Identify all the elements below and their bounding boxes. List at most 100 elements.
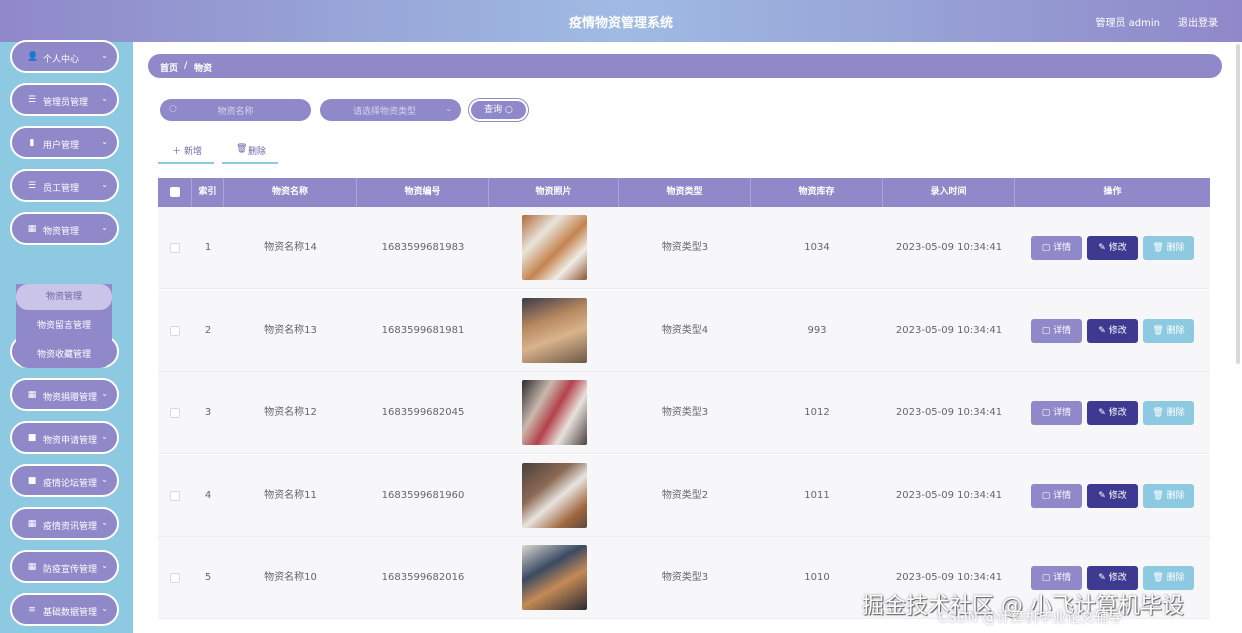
add-label: 新增 (184, 147, 203, 157)
detail-button[interactable]: ▢ 详情 (1031, 401, 1082, 425)
table-row: 2 物资名称13 1683599681981 物资类型4 993 2023-05-09 1… (158, 289, 1210, 372)
detail-button[interactable]: ▢ 详情 (1031, 318, 1082, 343)
material-photo[interactable] (522, 462, 587, 528)
material-photo[interactable] (522, 380, 587, 445)
cell-name: 物资名称14 (264, 242, 317, 253)
sidebar-item-label: 员工管理 (43, 184, 80, 194)
cell-time: 2023-05-09 10:34:41 (895, 489, 1003, 501)
table-row: 3 物资名称12 1683599682045 物资类型3 1012 2023-05-09 … (158, 372, 1210, 454)
cell-stock: 1034 (804, 242, 830, 253)
trash-icon: 🗑 (1152, 325, 1167, 336)
cell-time: 2023-05-09 10:34:41 (895, 324, 1003, 336)
list-icon: ☰ (27, 181, 37, 191)
add-button[interactable]: ＋ 新增 (158, 142, 214, 164)
sidebar-item-8[interactable]: ■ 疫情论坛管理 ⌄ (10, 464, 119, 497)
table-row: 4 物资名称11 1683599681960 物资类型2 1011 2023-05-09 … (158, 454, 1210, 537)
submenu-item-wuzi-manage[interactable]: 物资管理 (16, 284, 112, 310)
sidebar-item-label: 管理员管理 (43, 98, 89, 108)
sidebar-item-6[interactable]: ▦ 物资捐赠管理 ⌄ (10, 378, 119, 411)
data-table: 索引 物资名称 物资编号 物资照片 物资类型 物资库存 录入时间 操作 1 物资名… (158, 178, 1210, 633)
row-checkbox[interactable] (170, 243, 180, 253)
batch-delete-label: 删除 (248, 147, 267, 157)
detail-button[interactable]: ▢ 详情 (1031, 236, 1082, 260)
select-all-checkbox[interactable] (170, 187, 180, 197)
chevron-down-icon: ⌄ (101, 94, 108, 103)
row-checkbox[interactable] (170, 490, 180, 501)
cell-index: 1 (204, 242, 212, 253)
breadcrumb: 首页 / 物资 (148, 54, 1222, 78)
chevron-down-icon: ⌄ (101, 137, 108, 146)
search-placeholder: 物资名称 (217, 107, 254, 117)
cell-type: 物资类型3 (661, 242, 709, 253)
trash-icon: 🗑 (236, 144, 248, 154)
chevron-down-icon: ⌄ (445, 104, 452, 113)
logout-link[interactable]: 退出登录 (1178, 14, 1218, 29)
cell-name: 物资名称11 (264, 489, 317, 501)
plus-icon: ＋ (172, 147, 182, 157)
sidebar-item-0[interactable]: 👤 个人中心 ⌄ (10, 40, 119, 73)
breadcrumb-separator: / (184, 61, 188, 71)
square-icon: ■ (27, 433, 37, 443)
sidebar-item-10[interactable]: ▦ 防疫宣传管理 ⌄ (10, 550, 119, 583)
sidebar-item-9[interactable]: ▦ 疫情资讯管理 ⌄ (10, 507, 119, 540)
sidebar-item-label: 物资申请管理 (43, 436, 98, 446)
query-button[interactable]: 查询 ○ (469, 99, 528, 121)
sidebar-item-11[interactable]: ≡ 基础数据管理 ⌄ (10, 593, 119, 626)
delete-button[interactable]: 🗑 删除 (1143, 236, 1194, 260)
cell-stock: 1011 (804, 489, 830, 501)
type-select[interactable]: 请选择物资类型 ⌄ (320, 99, 461, 121)
delete-button[interactable]: 🗑 删除 (1143, 566, 1194, 590)
doc-icon: ▢ (1041, 325, 1054, 336)
page-scrollbar[interactable] (1236, 44, 1240, 364)
cell-code: 1683599682016 (381, 572, 465, 583)
pencil-icon: ✎ (1098, 243, 1109, 253)
grid-icon: ▦ (27, 390, 37, 400)
cell-code: 1683599681960 (381, 489, 465, 501)
search-input[interactable]: ○ 物资名称 (160, 99, 311, 121)
material-photo[interactable] (522, 215, 587, 280)
cell-name: 物资名称10 (264, 572, 317, 583)
submenu-item-wuzi-favorite[interactable]: 物资收藏管理 (16, 342, 112, 368)
delete-button[interactable]: 🗑 删除 (1143, 318, 1194, 343)
pencil-icon: ✎ (1098, 408, 1109, 418)
cell-stock: 993 (807, 324, 827, 336)
cell-name: 物资名称13 (264, 324, 317, 336)
cell-type: 物资类型4 (661, 324, 709, 336)
edit-button[interactable]: ✎ 修改 (1087, 566, 1138, 590)
delete-button[interactable]: 🗑 删除 (1143, 401, 1194, 425)
material-photo[interactable] (522, 297, 587, 363)
chevron-down-icon: ⌄ (101, 475, 108, 484)
detail-button[interactable]: ▢ 详情 (1031, 566, 1082, 590)
sidebar-item-7[interactable]: ■ 物资申请管理 ⌄ (10, 421, 119, 454)
edit-button[interactable]: ✎ 修改 (1087, 483, 1138, 508)
detail-button[interactable]: ▢ 详情 (1031, 483, 1082, 508)
sidebar-item-label: 基础数据管理 (43, 608, 98, 618)
batch-delete-button[interactable]: 🗑 删除 (222, 142, 278, 164)
row-checkbox[interactable] (170, 325, 180, 336)
sidebar-item-1[interactable]: ☰ 管理员管理 ⌄ (10, 83, 119, 116)
grid-icon: ▦ (27, 224, 37, 234)
sidebar-item-4[interactable]: ▦ 物资管理 ⌄ (10, 212, 119, 245)
sidebar-item-label: 个人中心 (43, 55, 80, 65)
submenu-item-wuzi-message[interactable]: 物资留言管理 (16, 313, 112, 339)
type-select-placeholder: 请选择物资类型 (352, 107, 416, 117)
sidebar-item-3[interactable]: ☰ 员工管理 ⌄ (10, 169, 119, 202)
cell-index: 2 (204, 324, 212, 336)
doc-icon: ▢ (1041, 408, 1054, 418)
chevron-down-icon: ⌄ (101, 432, 108, 441)
edit-button[interactable]: ✎ 修改 (1087, 236, 1138, 260)
table-row: 1 物资名称14 1683599681983 物资类型3 1034 2023-05-09 … (158, 207, 1210, 289)
material-photo[interactable] (522, 545, 587, 610)
edit-button[interactable]: ✎ 修改 (1087, 401, 1138, 425)
sidebar-item-2[interactable]: ▮ 用户管理 ⌄ (10, 126, 119, 159)
row-checkbox[interactable] (170, 408, 180, 418)
cell-code: 1683599682045 (381, 407, 465, 418)
breadcrumb-home[interactable]: 首页 (160, 61, 178, 74)
submenu-wuzi: 物资管理 物资留言管理 物资收藏管理 (16, 284, 112, 368)
delete-button[interactable]: 🗑 删除 (1143, 483, 1194, 508)
edit-button[interactable]: ✎ 修改 (1087, 318, 1138, 343)
top-bar: 疫情物资管理系统 管理员 admin 退出登录 (0, 0, 1242, 42)
doc-icon: ▢ (1041, 243, 1054, 253)
row-checkbox[interactable] (170, 573, 180, 583)
query-label: 查询 (484, 105, 503, 115)
